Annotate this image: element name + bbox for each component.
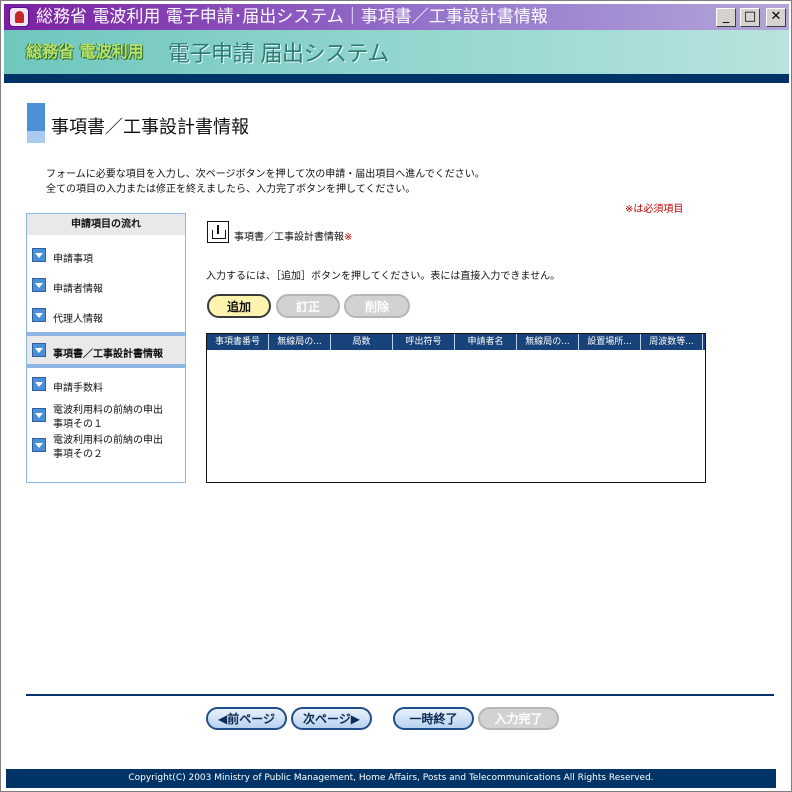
down-arrow-icon [32, 408, 46, 422]
flow-item-label: 申請手数料 [53, 383, 103, 394]
flow-item-prepayment-1[interactable]: 電波利用料の前納の申出 事項その１ [27, 400, 185, 430]
down-arrow-icon [32, 438, 46, 452]
flow-item-application-items[interactable]: 申請事項 [27, 244, 185, 268]
down-arrow-icon [32, 308, 46, 322]
header-banner: 総務省 電波利用 電子申請 届出システム [4, 30, 789, 74]
header-divider [4, 74, 789, 83]
required-note: ※は必須項目 [625, 204, 684, 215]
add-button[interactable]: 追加 [207, 294, 271, 318]
down-arrow-icon [32, 377, 46, 391]
flow-item-label: 電波利用料の前納の申出 [53, 435, 163, 446]
required-mark: ※ [344, 232, 353, 243]
flow-item-label-line-2: 事項その２ [53, 449, 103, 460]
instruction-line-2: 全ての項目の入力または修正を終えましたら、入力完了ボタンを押してください。 [46, 184, 416, 195]
minimize-button[interactable]: _ [716, 8, 736, 27]
column-header[interactable]: 無線局の... [269, 334, 331, 350]
export-icon [207, 221, 229, 243]
flow-item-label: 代理人情報 [53, 314, 103, 325]
flow-item-applicant-info[interactable]: 申請者情報 [27, 274, 185, 298]
application-window: 総務省 電波利用 電子申請･届出システム｜事項書／工事設計書情報 _ □ ✕ 総… [0, 0, 792, 792]
previous-page-button[interactable]: ◀前ページ [206, 707, 287, 730]
suspend-button[interactable]: 一時終了 [393, 707, 474, 730]
section-instruction: 入力するには、［追加］ボタンを押してください。表には直接入力できません。 [206, 271, 561, 282]
column-header[interactable]: 周波数等... [641, 334, 703, 350]
complete-input-button[interactable]: 入力完了 [478, 707, 559, 730]
section-title: 事項書／工事設計書情報※ [234, 228, 352, 243]
maximize-button[interactable]: □ [740, 8, 760, 27]
next-page-button[interactable]: 次ページ▶ [291, 707, 372, 730]
window-title: 総務省 電波利用 電子申請･届出システム｜事項書／工事設計書情報 [36, 7, 548, 27]
table-header: 事項書番号 無線局の... 局数 呼出符号 申請者名 無線局の... 設置場所.… [207, 334, 705, 350]
column-header[interactable]: 申請者名 [455, 334, 517, 350]
flow-item-prepayment-2[interactable]: 電波利用料の前納の申出 事項その２ [27, 430, 185, 460]
flow-item-label-line-2: 事項その１ [53, 419, 103, 430]
column-header[interactable]: 設置場所... [579, 334, 641, 350]
flow-item-agent-info[interactable]: 代理人情報 [27, 304, 185, 328]
title-bar: 総務省 電波利用 電子申請･届出システム｜事項書／工事設計書情報 _ □ ✕ [4, 4, 789, 30]
system-logo: 電子申請 届出システム [168, 42, 389, 67]
down-arrow-icon [32, 278, 46, 292]
column-header[interactable]: 呼出符号 [393, 334, 455, 350]
flow-item-design-info-current[interactable]: 事項書／工事設計書情報 [27, 332, 185, 368]
flow-item-label: 申請事項 [53, 254, 93, 265]
footer-divider [26, 694, 774, 696]
down-arrow-icon [32, 248, 46, 262]
page-title: 事項書／工事設計書情報 [51, 117, 249, 138]
column-header[interactable]: 局数 [331, 334, 393, 350]
close-button[interactable]: ✕ [766, 8, 786, 27]
records-table[interactable]: 事項書番号 無線局の... 局数 呼出符号 申請者名 無線局の... 設置場所.… [206, 333, 706, 483]
instruction-line-1: フォームに必要な項目を入力し、次ページボタンを押して次の申請・届出項目へ進んでく… [46, 169, 485, 180]
app-icon[interactable] [9, 7, 29, 27]
column-header[interactable]: 無線局の... [517, 334, 579, 350]
ministry-logo: 総務省 電波利用 [26, 42, 144, 61]
flow-heading: 申請項目の流れ [27, 214, 185, 235]
flow-item-label: 事項書／工事設計書情報 [53, 349, 163, 360]
column-header[interactable]: 事項書番号 [207, 334, 269, 350]
application-flow-sidebar: 申請項目の流れ 申請事項 申請者情報 代理人情報 事項書／工事設計書情報 申請手… [26, 213, 186, 483]
copyright-footer: Copyright(C) 2003 Ministry of Public Man… [6, 769, 776, 788]
edit-button[interactable]: 訂正 [276, 294, 340, 318]
down-arrow-icon [32, 343, 46, 357]
heading-accent [27, 103, 45, 143]
flow-item-fee[interactable]: 申請手数料 [27, 373, 185, 397]
delete-button[interactable]: 削除 [344, 294, 410, 318]
flow-item-label: 電波利用料の前納の申出 [53, 405, 163, 416]
flow-item-label: 申請者情報 [53, 284, 103, 295]
section-title-text: 事項書／工事設計書情報 [234, 232, 344, 243]
